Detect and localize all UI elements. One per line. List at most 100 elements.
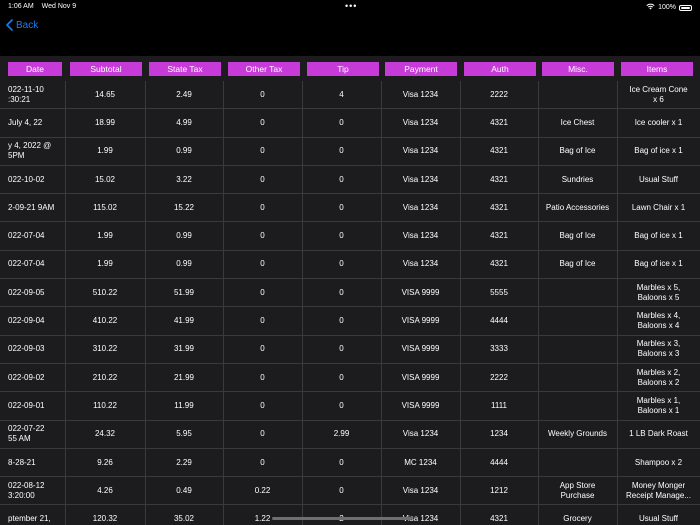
- cell-auth: 4321: [490, 174, 508, 184]
- cell-state-tax: 4.99: [176, 117, 192, 127]
- cell-items: Bag of ice x 1: [634, 146, 683, 156]
- table-row[interactable]: 022-11-10:30:21 14.65 2.49 0 4 Visa 1234 2222 I…: [0, 81, 700, 110]
- cell-state-tax: 0.99: [176, 259, 192, 269]
- cell-other-tax: 0: [260, 89, 265, 99]
- receipts-table[interactable]: Date Subtotal State Tax Other Tax Tip Payment…: [0, 56, 700, 525]
- table-row[interactable]: July 4, 22 18.99 4.99 0 0 Visa 1234 4321 Ice Ch…: [0, 109, 700, 138]
- cell-date: 022-07-04: [8, 231, 45, 241]
- cell-other-tax: 0: [260, 316, 265, 326]
- cell-subtotal: 1.99: [97, 259, 113, 269]
- table-row[interactable]: 022-07-04 1.99 0.99 0 0 Visa 1234 4321 Bag of I…: [0, 222, 700, 251]
- table-row[interactable]: ptember 21, 120.32 35.02 1.22 2 Visa 1234 4321…: [0, 505, 700, 525]
- cell-date: 022-07-04: [8, 259, 45, 269]
- column-header-items[interactable]: Items: [621, 62, 693, 76]
- table-row[interactable]: 022-07-04 1.99 0.99 0 0 Visa 1234 4321 Bag of I…: [0, 250, 700, 280]
- column-header-tip[interactable]: Tip: [307, 62, 379, 76]
- cell-other-tax: 0: [260, 287, 265, 297]
- cell-subtotal: 120.32: [92, 514, 118, 524]
- cell-subtotal: 15.02: [94, 174, 116, 184]
- cell-state-tax: 51.99: [173, 287, 195, 297]
- cell-tip: 0: [339, 202, 344, 212]
- cell-other-tax: 0: [260, 400, 265, 410]
- navigation-bar: Back: [0, 14, 700, 56]
- table-row[interactable]: 8-28-21 9.26 2.29 0 0 MC 1234 4444 Shampoo x 2: [0, 448, 700, 478]
- cell-date: 022-10-02: [8, 174, 45, 184]
- cell-state-tax: 3.22: [176, 174, 192, 184]
- cell-other-tax: 0: [260, 117, 265, 127]
- cell-subtotal: 1.99: [97, 146, 113, 156]
- cell-items: Usual Stuff: [639, 514, 678, 524]
- cell-payment: VISA 9999: [401, 400, 440, 410]
- cell-payment: MC 1234: [404, 457, 437, 467]
- cell-tip: 2.99: [333, 429, 350, 439]
- cell-auth: 4444: [490, 457, 508, 467]
- cell-tip: 0: [339, 231, 344, 241]
- cell-tip: 4: [339, 89, 344, 99]
- cell-subtotal: 14.65: [94, 89, 116, 99]
- cell-date: 022-11-10:30:21: [8, 84, 44, 104]
- cell-state-tax: 15.22: [173, 202, 195, 212]
- cell-auth: 4321: [490, 202, 508, 212]
- cell-misc: App Store Purchase: [559, 480, 596, 500]
- column-header-payment[interactable]: Payment: [385, 62, 457, 76]
- cell-date: 022-09-01: [8, 400, 45, 410]
- cell-tip: 0: [339, 485, 344, 495]
- cell-other-tax: 1.22: [254, 514, 271, 524]
- multitasking-dots-icon[interactable]: •••: [345, 1, 357, 11]
- cell-other-tax: 0: [260, 146, 265, 156]
- table-row[interactable]: y 4, 2022 @5PM 1.99 0.99 0 0 Visa 1234 4321 Bag…: [0, 137, 700, 166]
- cell-subtotal: 18.99: [94, 117, 116, 127]
- cell-items: Marbles x 4, Baloons x 4: [636, 311, 681, 331]
- cell-misc: [538, 336, 617, 363]
- table-row[interactable]: 022-10-02 15.02 3.22 0 0 Visa 1234 4321 Sundrie…: [0, 165, 700, 195]
- status-left: 1:06 AM Wed Nov 9: [8, 3, 82, 10]
- cell-auth: 1111: [490, 400, 507, 410]
- cell-state-tax: 11.99: [174, 400, 194, 410]
- cell-items: Bag of ice x 1: [634, 231, 683, 241]
- table-row[interactable]: 022-07-22 55 AM 24.32 5.95 0 2.99 Visa 1234 123…: [0, 420, 700, 449]
- cell-auth: 2222: [490, 372, 508, 382]
- cell-tip: 0: [339, 316, 344, 326]
- cell-subtotal: 4.26: [97, 485, 113, 495]
- cell-items: Marbles x 5, Baloons x 5: [636, 282, 681, 302]
- home-indicator[interactable]: [272, 517, 412, 520]
- cell-misc: Sundries: [561, 174, 594, 184]
- table-row[interactable]: 022-09-02 210.22 21.99 0 0 VISA 9999 2222 Marbl…: [0, 363, 700, 393]
- table-body[interactable]: 022-11-10:30:21 14.65 2.49 0 4 Visa 1234 2222 I…: [0, 81, 700, 525]
- cell-tip: 2: [302, 505, 381, 525]
- cell-state-tax: 35.02: [173, 514, 195, 524]
- column-header-misc[interactable]: Misc.: [542, 62, 614, 76]
- column-header-state-tax[interactable]: State Tax: [149, 62, 221, 76]
- cell-tip: 0: [339, 457, 344, 467]
- column-header-date[interactable]: Date: [8, 62, 62, 76]
- cell-misc: Bag of Ice: [559, 146, 596, 156]
- cell-date: 022-09-05: [8, 287, 45, 297]
- column-header-other-tax[interactable]: Other Tax: [228, 62, 300, 76]
- column-header-subtotal[interactable]: Subtotal: [70, 62, 142, 76]
- cell-state-tax: 31.99: [173, 344, 195, 354]
- table-row[interactable]: 022-09-01 110.22 11.99 0 0 VISA 9999 1111 Marbl…: [0, 392, 700, 421]
- cell-auth: 1212: [490, 485, 508, 495]
- battery-icon: [679, 4, 692, 11]
- cell-other-tax: 0: [260, 344, 265, 354]
- cell-tip: 0: [339, 287, 344, 297]
- table-row[interactable]: 2-09-21 9AM 115.02 15.22 0 0 Visa 1234 4321 Pat…: [0, 194, 700, 223]
- cell-payment: Visa 1234: [402, 514, 439, 524]
- cell-items: Marbles x 1, Baloons x 1: [636, 395, 681, 415]
- cell-auth: 3333: [490, 344, 508, 354]
- cell-misc: [538, 279, 617, 306]
- table-row[interactable]: 022-09-05 510.22 51.99 0 0 VISA 9999 5555 Marbl…: [0, 279, 700, 308]
- cell-auth: 4444: [490, 316, 508, 326]
- table-row[interactable]: 022-08-12 3:20:00 4.26 0.49 0.22 0 Visa 1234 12…: [0, 477, 700, 506]
- cell-items: 1 LB Dark Roast: [629, 429, 688, 439]
- column-header-auth[interactable]: Auth: [464, 62, 536, 76]
- cell-items: Usual Stuff: [639, 174, 678, 184]
- table-row[interactable]: 022-09-03 310.22 31.99 0 0 VISA 9999 3333 Marbl…: [0, 335, 700, 364]
- cell-date: 022-09-04: [8, 316, 45, 326]
- table-row[interactable]: 022-09-04 410.22 41.99 0 0 VISA 9999 4444 Marbl…: [0, 307, 700, 336]
- cell-payment: Visa 1234: [402, 89, 439, 99]
- back-button[interactable]: Back: [6, 19, 38, 32]
- cell-other-tax: 0: [260, 429, 265, 439]
- cell-state-tax: 0.99: [176, 231, 192, 241]
- table-header-row: Date Subtotal State Tax Other Tax Tip Payment…: [0, 62, 700, 76]
